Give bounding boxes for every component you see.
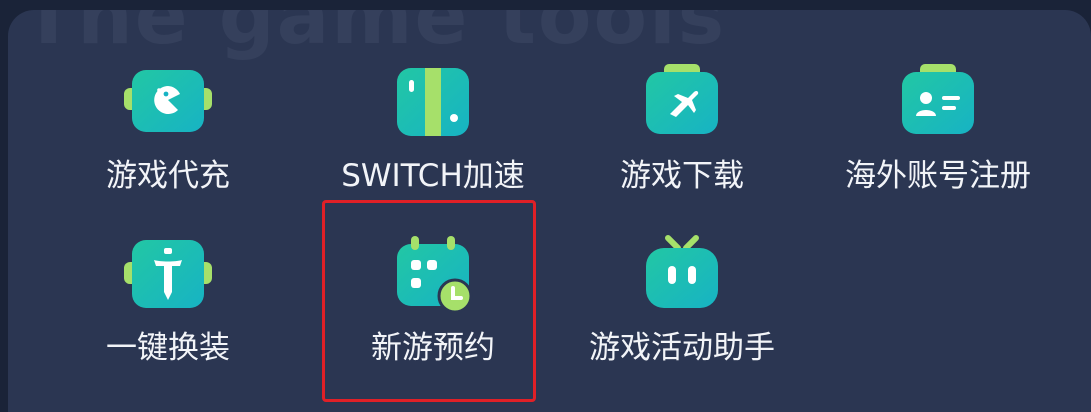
tool-label: 一键换装 — [106, 330, 230, 366]
tool-label: 海外账号注册 — [845, 158, 1031, 194]
tv-robot-icon — [634, 234, 730, 318]
tool-game-download[interactable]: 游戏下载 — [552, 10, 812, 194]
sword-outfit-icon — [120, 234, 216, 318]
tool-switch-accelerate[interactable]: SWITCH加速 — [303, 10, 563, 194]
plane-download-icon — [634, 62, 730, 146]
switch-console-icon — [385, 62, 481, 146]
game-tools-panel: The game tools 游戏代充 SWITCH加速 游戏下载 海外账号注册… — [8, 10, 1091, 412]
gamepad-pacman-icon — [120, 62, 216, 146]
id-card-icon — [890, 62, 986, 146]
selection-highlight — [322, 200, 536, 402]
tool-game-recharge[interactable]: 游戏代充 — [38, 10, 298, 194]
tool-overseas-account[interactable]: 海外账号注册 — [808, 10, 1068, 194]
tool-game-activity-helper[interactable]: 游戏活动助手 — [552, 182, 812, 366]
tool-one-click-outfit[interactable]: 一键换装 — [38, 182, 298, 366]
tool-label: 游戏活动助手 — [589, 330, 775, 366]
